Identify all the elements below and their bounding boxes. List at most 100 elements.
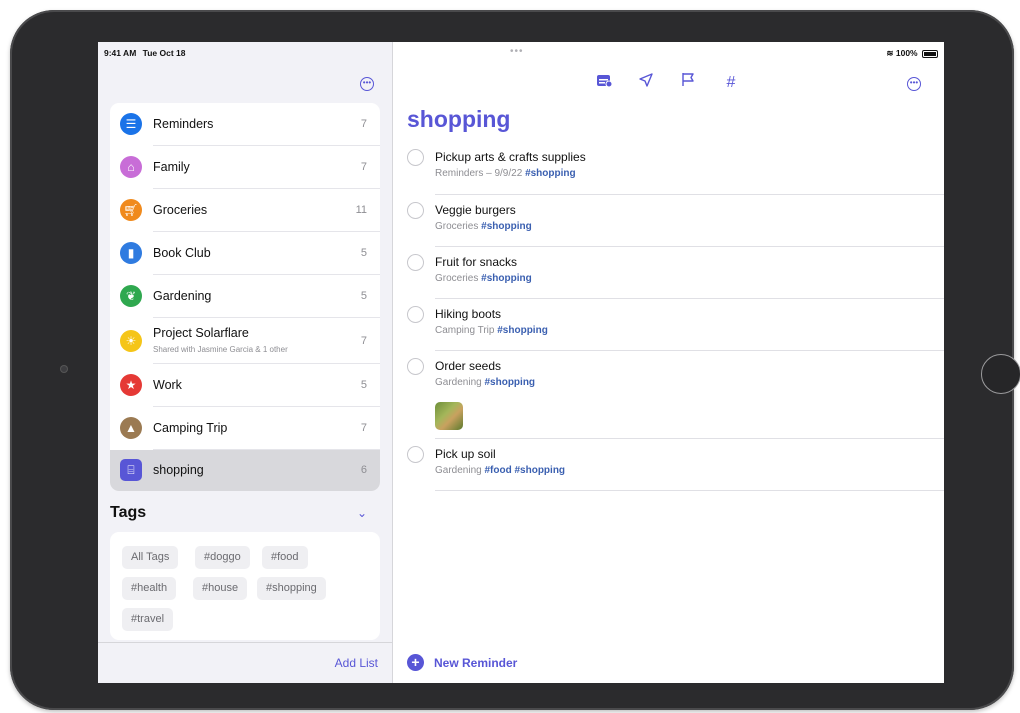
reminder-list: Gardening: [435, 465, 482, 476]
tags-card: All Tags #doggo #food #health #house #sh…: [110, 532, 380, 640]
home-button[interactable]: [981, 354, 1020, 394]
reminder-title[interactable]: Hiking boots: [435, 307, 501, 321]
checkbox-circle-icon[interactable]: [407, 306, 424, 323]
location-arrow-icon[interactable]: [635, 72, 657, 94]
list-name: shopping: [153, 463, 204, 477]
tags-header: Tags: [110, 504, 147, 521]
reminder-meta: Reminders – 9/9/22 #shopping: [435, 168, 576, 179]
status-bar-right: ≋ 100%: [886, 48, 938, 59]
battery-icon: [922, 49, 938, 58]
list-bullet-icon: ☰: [120, 113, 142, 135]
calendar-badge-icon[interactable]: [593, 72, 615, 94]
list-item-work[interactable]: ★ Work 5: [110, 364, 380, 407]
main-pane: ••• ≋ 100% # ••• shopping Pickup arts & …: [393, 42, 944, 683]
list-item-shopping[interactable]: ⌸ shopping 6: [110, 450, 380, 491]
hashtag-icon[interactable]: #: [720, 72, 742, 94]
reminder-meta: Groceries #shopping: [435, 221, 532, 232]
reminder-list: Gardening: [435, 377, 482, 388]
ellipsis-circle-icon[interactable]: •••: [360, 77, 374, 91]
reminder-row[interactable]: Fruit for snacks Groceries #shopping: [393, 248, 944, 300]
reminder-tags[interactable]: #shopping: [497, 325, 548, 336]
tag-food[interactable]: #food: [262, 546, 308, 569]
list-item-project-solarflare[interactable]: ☀ Project Solarflare Shared with Jasmine…: [110, 318, 380, 364]
tag-house[interactable]: #house: [193, 577, 248, 600]
basket-icon: ⌸: [120, 459, 142, 481]
wifi-icon: ≋: [886, 48, 894, 58]
reminder-tags[interactable]: #shopping: [525, 168, 576, 179]
list-name: Reminders: [153, 117, 214, 131]
add-list-button[interactable]: Add List: [335, 656, 378, 670]
list-count: 11: [355, 204, 367, 216]
reminder-row[interactable]: Pickup arts & crafts supplies Reminders …: [393, 143, 944, 195]
new-reminder-label: New Reminder: [434, 656, 518, 670]
reminder-tags[interactable]: #shopping: [481, 221, 532, 232]
checkbox-circle-icon[interactable]: [407, 358, 424, 375]
sun-icon: ☀: [120, 330, 142, 352]
reminder-tags[interactable]: #shopping: [481, 273, 532, 284]
list-count: 7: [360, 161, 367, 173]
list-name: Groceries: [153, 203, 208, 217]
reminder-row[interactable]: Hiking boots Camping Trip #shopping: [393, 300, 944, 352]
list-item-gardening[interactable]: ❦ Gardening 5: [110, 275, 380, 318]
checkbox-circle-icon[interactable]: [407, 254, 424, 271]
list-name: Work: [153, 378, 182, 392]
lists-card: ☰ Reminders 7 ⌂ Family 7 🛒︎ Groceries 11…: [110, 103, 380, 491]
tag-travel[interactable]: #travel: [122, 608, 174, 631]
screen: 9:41 AM Tue Oct 18 ••• ☰ Reminders 7 ⌂ F…: [98, 42, 944, 683]
tag-all-tags[interactable]: All Tags: [122, 546, 179, 569]
list-count: 6: [360, 464, 367, 476]
reminder-title[interactable]: Pickup arts & crafts supplies: [435, 150, 586, 164]
reminder-meta: Groceries #shopping: [435, 273, 532, 284]
cart-icon: 🛒︎: [120, 199, 142, 221]
sidebar: 9:41 AM Tue Oct 18 ••• ☰ Reminders 7 ⌂ F…: [98, 42, 393, 683]
divider: [435, 350, 944, 351]
list-count: 7: [360, 422, 367, 434]
reminder-list: Camping Trip: [435, 325, 495, 336]
tag-doggo[interactable]: #doggo: [195, 546, 250, 569]
list-subtitle: Shared with Jasmine Garcia & 1 other: [153, 345, 288, 354]
reminder-list: Reminders – 9/9/22: [435, 168, 523, 179]
reminder-row[interactable]: Order seeds Gardening #shopping: [393, 352, 944, 440]
list-item-camping-trip[interactable]: ▲ Camping Trip 7: [110, 407, 380, 450]
reminder-title[interactable]: Veggie burgers: [435, 203, 516, 217]
multitask-grabber[interactable]: •••: [510, 46, 524, 57]
checkbox-circle-icon[interactable]: [407, 446, 424, 463]
reminder-row[interactable]: Veggie burgers Groceries #shopping: [393, 196, 944, 248]
tag-shopping[interactable]: #shopping: [257, 577, 326, 600]
divider: [435, 490, 944, 491]
star-icon: ★: [120, 374, 142, 396]
list-item-book-club[interactable]: ▮ Book Club 5: [110, 232, 380, 275]
page-title: shopping: [407, 106, 511, 132]
bookmark-icon: ▮: [120, 242, 142, 264]
reminder-list: Groceries: [435, 221, 479, 232]
list-item-family[interactable]: ⌂ Family 7: [110, 146, 380, 189]
reminder-tags[interactable]: #food #shopping: [484, 465, 565, 476]
status-date: Tue Oct 18: [142, 48, 186, 58]
reminder-title[interactable]: Order seeds: [435, 359, 501, 373]
checkbox-circle-icon[interactable]: [407, 149, 424, 166]
reminder-row[interactable]: Pick up soil Gardening #food #shopping: [393, 440, 944, 492]
tag-health[interactable]: #health: [122, 577, 177, 600]
reminder-title[interactable]: Fruit for snacks: [435, 255, 517, 269]
reminder-title[interactable]: Pick up soil: [435, 447, 496, 461]
list-count: 7: [360, 335, 367, 347]
ellipsis-circle-icon[interactable]: •••: [907, 77, 921, 91]
leaf-icon: ❦: [120, 285, 142, 307]
list-item-groceries[interactable]: 🛒︎ Groceries 11: [110, 189, 380, 232]
flag-icon[interactable]: [677, 72, 699, 94]
status-bar-left: 9:41 AM Tue Oct 18: [104, 48, 189, 58]
divider: [435, 298, 944, 299]
sidebar-footer: Add List: [98, 642, 392, 683]
list-name: Family: [153, 160, 190, 174]
divider: [435, 246, 944, 247]
list-name: Gardening: [153, 289, 212, 303]
chevron-down-icon[interactable]: ⌄: [357, 506, 367, 520]
divider: [435, 194, 944, 195]
list-item-reminders[interactable]: ☰ Reminders 7: [110, 103, 380, 146]
list-count: 5: [360, 290, 367, 302]
checkbox-circle-icon[interactable]: [407, 202, 424, 219]
front-camera: [60, 365, 68, 373]
tent-icon: ▲: [120, 417, 142, 439]
reminder-tags[interactable]: #shopping: [484, 377, 535, 388]
attachment-thumbnail[interactable]: [435, 402, 463, 430]
